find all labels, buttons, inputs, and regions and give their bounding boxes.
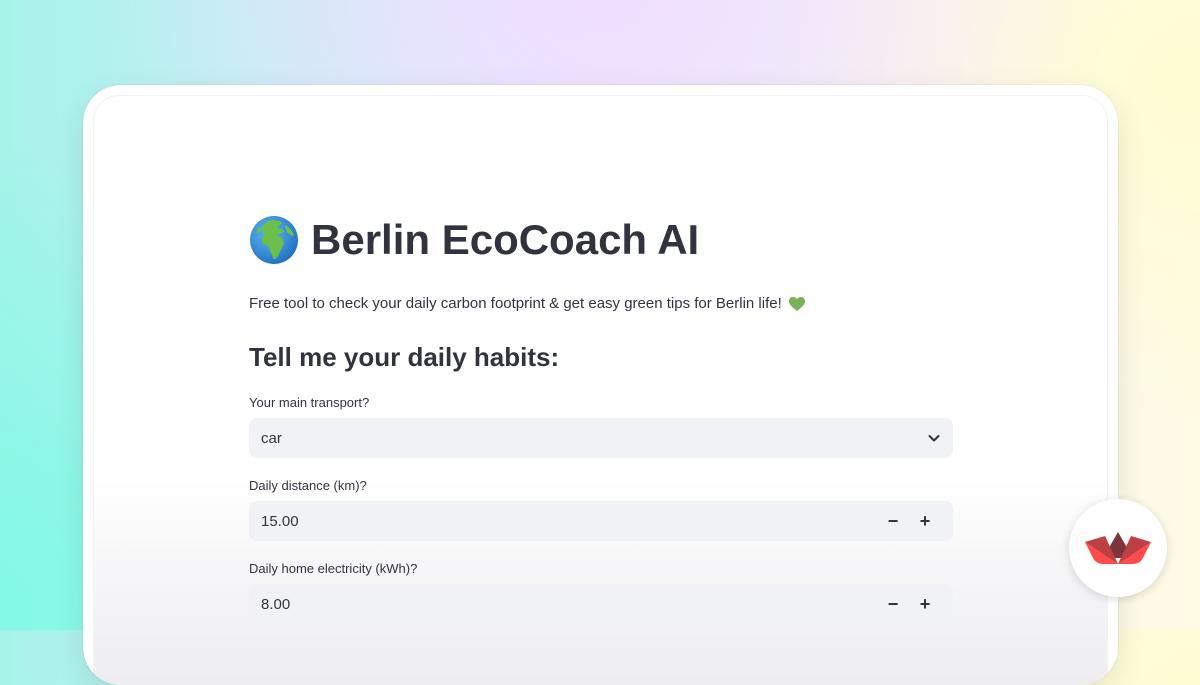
distance-value[interactable]: 15.00 xyxy=(261,513,877,530)
electricity-label: Daily home electricity (kWh)? xyxy=(249,561,418,576)
transport-select-value: car xyxy=(261,429,282,447)
electricity-value[interactable]: 8.00 xyxy=(261,596,877,613)
page-title-text: Berlin EcoCoach AI xyxy=(311,216,700,263)
form-heading: Tell me your daily habits: xyxy=(249,342,560,372)
electricity-number-input[interactable]: 8.00 − + xyxy=(249,584,953,624)
streamlit-logo-icon xyxy=(1085,532,1151,564)
transport-label: Your main transport? xyxy=(249,395,370,410)
green-heart-icon xyxy=(788,296,805,311)
chevron-down-icon[interactable] xyxy=(927,431,941,445)
transport-select[interactable]: car xyxy=(249,418,953,458)
distance-decrement-button[interactable]: − xyxy=(877,501,909,541)
distance-increment-button[interactable]: + xyxy=(909,501,941,541)
electricity-stepper: − + xyxy=(877,584,941,624)
page-subtitle-text: Free tool to check your daily carbon foo… xyxy=(249,295,782,312)
page-title: Berlin EcoCoach AI xyxy=(249,213,953,267)
electricity-increment-button[interactable]: + xyxy=(909,584,941,624)
distance-stepper: − + xyxy=(877,501,941,541)
distance-number-input[interactable]: 15.00 − + xyxy=(249,501,953,541)
electricity-decrement-button[interactable]: − xyxy=(877,584,909,624)
main-content: Berlin EcoCoach AI Free tool to check yo… xyxy=(249,213,953,624)
page-subtitle: Free tool to check your daily carbon foo… xyxy=(249,295,953,312)
distance-label: Daily distance (km)? xyxy=(249,478,367,493)
app-window: Berlin EcoCoach AI Free tool to check yo… xyxy=(83,85,1118,685)
streamlit-badge[interactable] xyxy=(1069,499,1167,597)
globe-europe-africa-icon xyxy=(250,216,298,264)
